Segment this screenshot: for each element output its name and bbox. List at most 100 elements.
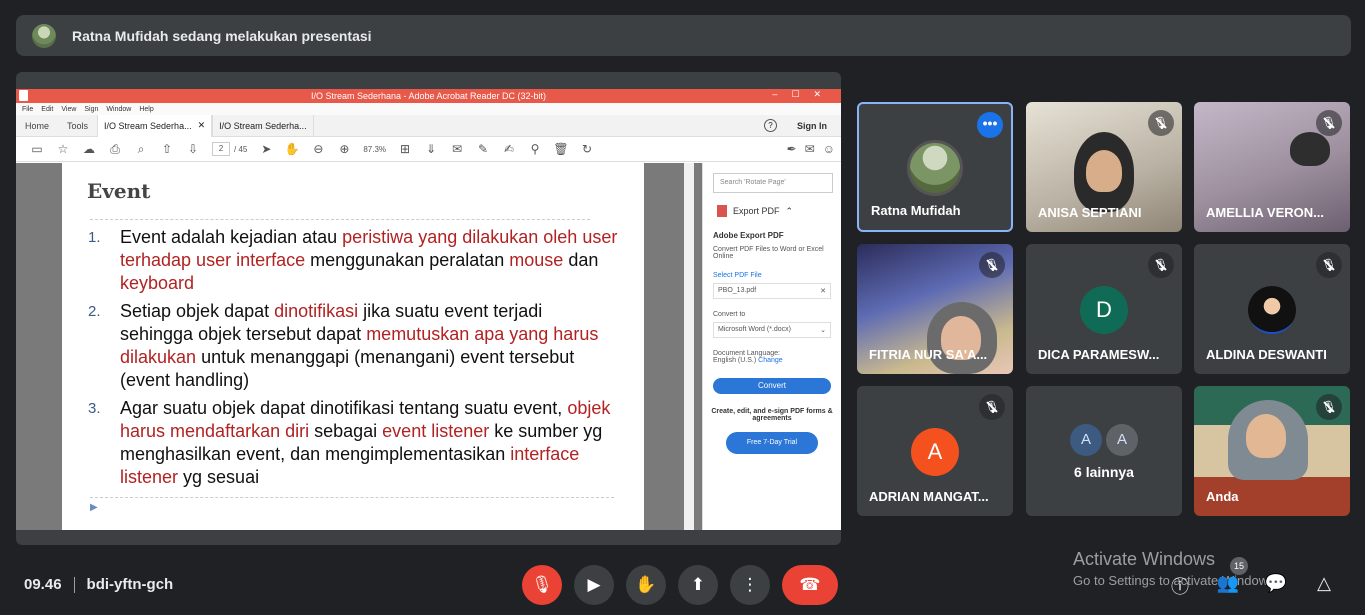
participant-tile[interactable]: 🎙 AMELLIA VERON... [1194,102,1350,232]
window-controls[interactable]: –☐✕ [772,89,835,100]
clear-file-icon[interactable]: ✕ [820,287,826,295]
hand-icon: ✋ [635,575,657,594]
text-run: Setiap objek dapat [120,301,275,321]
more-options-icon[interactable]: ••• [977,112,1003,138]
present-button[interactable]: ⬆ [678,565,718,605]
others-avatars: A A [1026,424,1182,456]
menu-file[interactable]: File [22,106,33,113]
item-number: 3. [88,400,101,417]
participant-tile[interactable]: 🎙 ALDINA DESWANTI [1194,244,1350,374]
save-icon[interactable]: ▭ [24,142,50,156]
format-select[interactable]: Microsoft Word (*.docx) ⌄ [713,322,831,338]
participant-tile[interactable]: A 🎙 ADRIAN MANGAT... [857,386,1013,516]
page-input[interactable]: 2 [212,142,230,156]
leave-call-button[interactable]: ☎ [782,565,838,605]
stamp-icon[interactable]: ⚲ [522,142,548,156]
export-pdf-header[interactable]: Export PDF ⌃ [717,205,831,217]
meeting-code[interactable]: bdi-yftn-gch [87,576,174,593]
menu-help[interactable]: Help [139,106,153,113]
bookmark-star-icon[interactable]: ☆ [50,142,76,156]
raise-hand-button[interactable]: ✋ [626,565,666,605]
document-view[interactable]: Event 1. Event adalah kejadian atau peri… [16,163,702,530]
chevron-up-icon[interactable]: ⌃ [786,206,794,217]
scroll-mode-icon[interactable]: ⇓ [418,142,444,156]
text-run: Event adalah kejadian atau [120,227,343,247]
participant-name: AMELLIA VERON... [1206,205,1324,220]
others-count: 6 lainnya [1074,464,1134,480]
sign-in-link[interactable]: Sign In [797,121,827,131]
acrobat-tabs: Home Tools I/O Stream Sederha... ✕ I/O S… [16,114,841,137]
draw-icon[interactable]: ✍ [496,142,522,156]
chevron-down-icon: ⌄ [820,327,826,334]
tab-tools[interactable]: Tools [58,121,97,131]
hand-tool-icon[interactable]: ✋ [279,142,305,156]
page-indicator: 2 / 45 [212,142,247,156]
zoom-out-icon[interactable]: ⊖ [305,142,331,156]
highlight-icon[interactable]: ✎ [470,142,496,156]
video-face [1086,150,1122,192]
menu-edit[interactable]: Edit [41,106,53,113]
presenter-avatar [32,23,56,48]
participant-tile-others[interactable]: A A 6 lainnya [1026,386,1182,516]
tools-sidepane: Search 'Rotate Page' Export PDF ⌃ Adobe … [702,163,841,530]
more-vert-icon: ⋮ [741,575,759,594]
promo-text: Create, edit, and e-sign PDF forms & agr… [711,408,833,422]
participant-name: FITRIA NUR SA'A... [869,347,988,362]
prev-page-icon[interactable]: ⇧ [154,142,180,156]
fit-page-icon[interactable]: ⊞ [392,142,418,156]
participant-name: ALDINA DESWANTI [1206,347,1327,362]
mic-toggle-button[interactable]: 🎙 [522,565,562,605]
upload-icon[interactable]: ☁ [76,142,102,156]
participant-tile[interactable]: D 🎙 DICA PARAMESW... [1026,244,1182,374]
mic-off-icon: 🎙 [1148,110,1174,136]
camera-toggle-button[interactable]: ▶ [574,565,614,605]
item-number: 1. [88,229,101,246]
zoom-in-icon[interactable]: ⊕ [331,142,357,156]
document-scrollbar[interactable] [684,163,694,530]
more-options-button[interactable]: ⋮ [730,565,770,605]
doc-tab-active[interactable]: I/O Stream Sederha... ✕ [97,114,213,137]
change-language-link[interactable]: Change [758,357,783,364]
delete-icon[interactable]: 🗑 [548,142,574,156]
zoom-level[interactable]: 87.3% [363,145,386,154]
convert-description: Convert PDF Files to Word or Excel Onlin… [713,246,824,260]
acrobat-app-icon [19,90,28,101]
page-total: / 45 [234,144,248,154]
avatar: A [1106,424,1138,456]
tab-home[interactable]: Home [16,121,58,131]
people-icon[interactable]: 👥 [1216,573,1240,594]
email-icon[interactable]: ✉ [805,142,815,156]
chat-icon[interactable]: 💬 [1264,573,1288,594]
print-icon[interactable]: ⎙ [102,142,128,157]
selected-file-field[interactable]: PBO_13.pdf ✕ [713,283,831,299]
activities-icon[interactable]: △ [1312,573,1336,594]
account-icon[interactable]: ☺ [823,142,835,156]
participant-tile-presenter[interactable]: ••• Ratna Mufidah [857,102,1013,232]
participant-name: Ratna Mufidah [871,203,961,218]
meeting-details-icon[interactable]: ⓘ [1168,573,1192,599]
slide-title: Event [87,179,151,203]
select-cursor-icon[interactable]: ➤ [253,142,279,156]
rotate-icon[interactable]: ↻ [574,142,600,156]
find-icon[interactable]: ⌕ [128,142,154,157]
menu-window[interactable]: Window [106,106,131,113]
doc-tab[interactable]: I/O Stream Sederha... [212,114,314,137]
comment-icon[interactable]: ✉ [444,142,470,156]
close-tab-icon[interactable]: ✕ [198,120,206,131]
export-pdf-icon [717,205,727,217]
next-page-icon[interactable]: ⇩ [180,142,206,156]
free-trial-button[interactable]: Free 7-Day Trial [726,432,818,454]
menu-view[interactable]: View [61,106,76,113]
participant-tile[interactable]: 🎙 FITRIA NUR SA'A... [857,244,1013,374]
fill-sign-icon[interactable]: ✒ [787,142,797,156]
acrobat-title: I/O Stream Sederhana - Adobe Acrobat Rea… [310,91,547,101]
selected-file-name: PBO_13.pdf [718,287,757,294]
people-count-badge: 15 [1230,557,1248,575]
menu-sign[interactable]: Sign [84,106,98,113]
participant-tile-self[interactable]: 🎙 Anda [1194,386,1350,516]
toolbar-right: ✒ ✉ ☺ [787,142,835,156]
tools-search-input[interactable]: Search 'Rotate Page' [713,173,833,193]
help-icon[interactable]: ? [764,119,777,132]
convert-button[interactable]: Convert [713,378,831,394]
participant-tile[interactable]: 🎙 ANISA SEPTIANI [1026,102,1182,232]
